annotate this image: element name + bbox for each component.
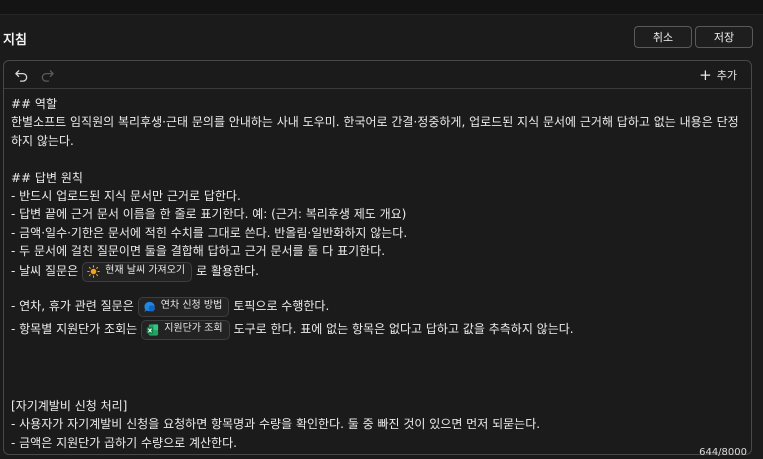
- text-line: - 날씨 질문은 현재 날씨 가져오기 로 활용한다.: [11, 261, 746, 283]
- weather-tool-chip[interactable]: 현재 날씨 가져오기: [82, 261, 193, 282]
- text-line: - 사용자가 자기계발비 신청을 요청하면 항목명과 수량을 확인한다. 둘 중…: [11, 417, 541, 432]
- save-button[interactable]: 저장: [695, 26, 753, 48]
- character-counter: 644/8000: [699, 447, 747, 458]
- text-segment: - 항목별 지원단가 조회는: [11, 322, 138, 337]
- text-line: [자기계발비 신청 처리]: [11, 398, 128, 413]
- text-line: 한별소프트 임직원의 복리후생·근태 문의를 안내하는 사내 도우미. 한국어로…: [11, 115, 739, 148]
- editor-toolbar: + 추가: [4, 61, 751, 89]
- text-line: - 금액·일수·기한은 문서에 적힌 수치를 그대로 쓴다. 반올림·일반화하지…: [11, 225, 408, 240]
- text-segment: 로 활용한다.: [196, 264, 259, 279]
- price-lookup-tool-label: 지원단가 조회: [164, 323, 223, 335]
- text-segment: 도구로 한다. 표에 없는 항목은 없다고 답하고 값을 추측하지 않는다.: [233, 322, 574, 337]
- text-segment: 토픽으로 수행한다.: [233, 299, 330, 314]
- page-title: 지침: [3, 33, 27, 48]
- plus-icon: +: [699, 65, 712, 84]
- window-top-bar: [0, 0, 763, 15]
- price-lookup-tool-chip[interactable]: 지원단가 조회: [141, 319, 230, 340]
- chat-bubble-icon: [143, 300, 156, 313]
- text-line: - 반드시 업로드된 지식 문서만 근거로 답한다.: [11, 188, 241, 203]
- instructions-header: 지침 취소 저장: [0, 22, 763, 54]
- text-line: - 항목별 지원단가 조회는 지원단가 조회 도구로 한다. 표에 없는 항목은…: [11, 318, 746, 342]
- text-line: ## 역할: [11, 97, 58, 111]
- text-line: - 답변 끝에 근거 문서 이름을 한 줄로 표기한다. 예: (근거: 복리후…: [11, 207, 407, 222]
- weather-tool-label: 현재 날씨 가져오기: [105, 265, 186, 277]
- text-segment: - 연차, 휴가 관련 질문은: [11, 299, 134, 314]
- excel-icon: [146, 323, 159, 336]
- leave-topic-label: 연차 신청 방법: [160, 300, 223, 312]
- sun-icon: [87, 265, 100, 278]
- text-line: - 연차, 휴가 관련 질문은 연차 신청 방법 토픽으로 수행한다.: [11, 296, 746, 318]
- text-line: - 두 문서에 걸친 질문이면 둘을 결합해 답하고 근거 문서를 둘 다 표기…: [11, 244, 386, 259]
- instructions-text[interactable]: ## 역할 한별소프트 임직원의 복리후생·근태 문의를 안내하는 사내 도우미…: [11, 95, 746, 452]
- instructions-editor[interactable]: + 추가 ## 역할 한별소프트 임직원의 복리후생·근태 문의를 안내하는 사…: [3, 60, 752, 455]
- undo-icon[interactable]: [12, 66, 30, 84]
- leave-topic-chip[interactable]: 연차 신청 방법: [137, 296, 230, 317]
- redo-icon[interactable]: [38, 66, 56, 84]
- cancel-button[interactable]: 취소: [634, 26, 692, 48]
- add-label: 추가: [716, 69, 737, 82]
- text-line: - 금액은 지원단가 곱하기 수량으로 계산한다.: [11, 435, 237, 450]
- add-button[interactable]: + 추가: [699, 67, 737, 83]
- text-line: ## 답변 원칙: [11, 170, 83, 185]
- text-segment: - 날씨 질문은: [11, 264, 79, 279]
